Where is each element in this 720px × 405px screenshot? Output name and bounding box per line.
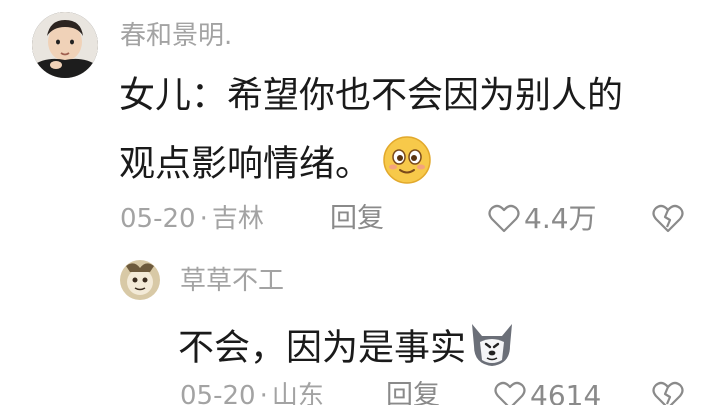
reply-button[interactable]: 回复 [386,380,440,405]
comment-date: 05-20 [120,204,196,234]
comment-thread: 春和景明. 女儿：希望你也不会因为别人的 观点影响情绪。 05-20·吉林 [0,0,720,405]
comment-text-line-2: 观点影响情绪。 [119,135,432,196]
dislike-button[interactable] [652,381,684,405]
like-count: 4.4万 [524,202,597,235]
broken-heart-icon [652,381,684,405]
comment-item: 春和景明. 女儿：希望你也不会因为别人的 观点影响情绪。 05-20·吉林 [0,0,720,245]
heart-icon [494,381,526,405]
comment-meta: 05-20 · 吉林 [120,203,264,235]
child-portrait-icon [32,12,98,78]
like-button[interactable]: 4614 [494,380,601,405]
avatar[interactable] [32,12,98,78]
avatar[interactable] [120,260,160,300]
comment-text: 不会，因为是事实 [178,327,467,369]
cartoon-avatar-icon [120,260,160,300]
meta-separator: · [199,204,208,234]
comment-location: 山东 [271,381,324,405]
comment-text: 观点影响情绪。 [119,143,372,185]
dislike-button[interactable] [652,204,684,238]
smile-emoji-icon [382,135,432,196]
reply-text: 不会，因为是事实 [178,320,518,379]
username[interactable]: 草草不工 [180,265,284,297]
like-button[interactable]: 4.4万 [488,203,597,235]
comment-meta: 05-20 · 山东 [180,380,324,405]
comment-date: 05-20 [180,381,256,405]
comment-text-line-1: 女儿：希望你也不会因为别人的 [119,75,624,116]
username[interactable]: 春和景明. [120,20,232,52]
like-count: 4614 [530,379,602,405]
reply-button[interactable]: 回复 [330,203,384,235]
comment-location: 吉林 [211,204,264,234]
heart-icon [488,204,520,233]
husky-dog-emoji-icon [466,320,518,379]
broken-heart-icon [652,204,684,233]
reply-comment-item: 草草不工 不会，因为是事实 05-20 · 山东 回复 4614 [0,245,720,405]
meta-separator: · [259,381,268,405]
